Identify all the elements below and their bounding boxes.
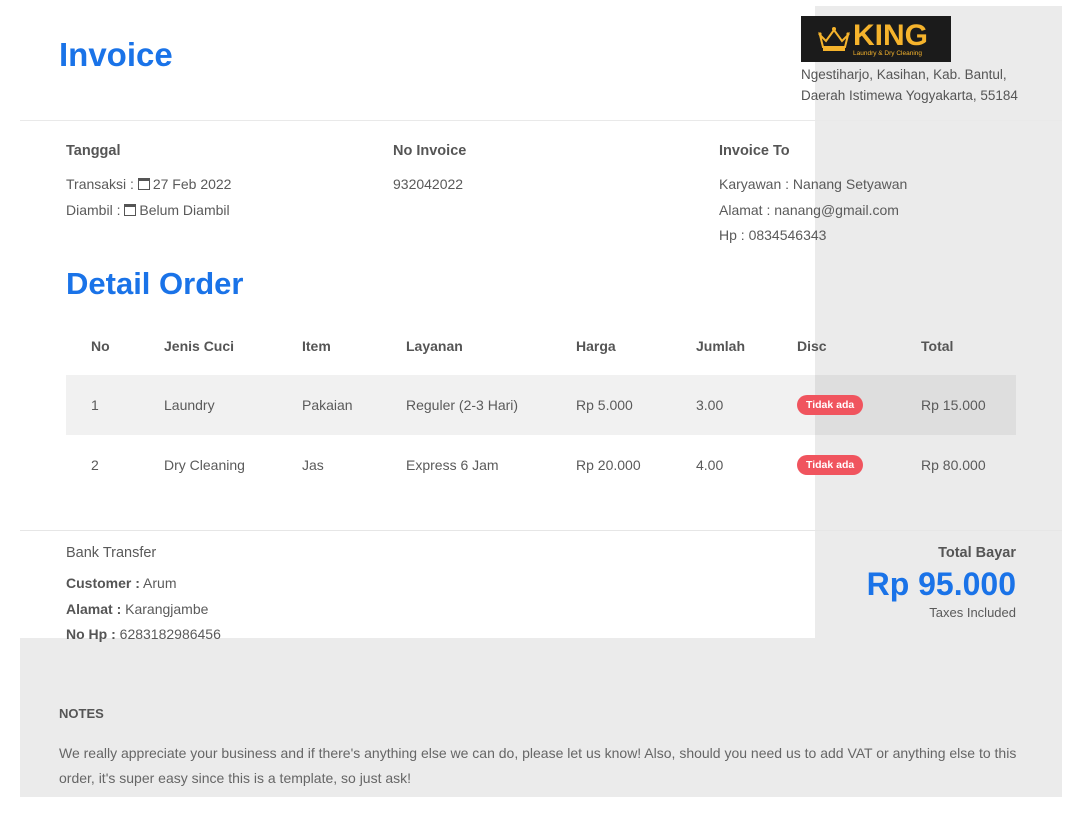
column-header-item: Item xyxy=(302,337,331,354)
order-table: No Jenis Cuci Item Layanan Harga Jumlah … xyxy=(66,316,1016,495)
customer-phone-row: No Hp : 6283182986456 xyxy=(66,622,221,648)
tax-note: Taxes Included xyxy=(929,605,1016,620)
table-header-row: No Jenis Cuci Item Layanan Harga Jumlah … xyxy=(66,316,1016,375)
customer-address-row: Alamat : Karangjambe xyxy=(66,597,221,623)
cell-quantity: 4.00 xyxy=(696,457,724,473)
cell-service: Reguler (2-3 Hari) xyxy=(406,375,576,435)
transaction-date-label: Transaksi : xyxy=(66,176,134,192)
column-header-price: Harga xyxy=(576,337,616,354)
cell-price: Rp 5.000 xyxy=(576,375,696,435)
invoice-number-heading: No Invoice xyxy=(393,143,467,159)
pickup-date-value: Belum Diambil xyxy=(139,201,230,218)
column-header-type: Jenis Cuci xyxy=(164,337,235,354)
invoice-to-address: Alamat : nanang@gmail.com xyxy=(719,201,899,218)
customer-phone-value: 6283182986456 xyxy=(119,626,221,642)
total-amount: Rp 95.000 xyxy=(866,566,1016,602)
transaction-date-value: 27 Feb 2022 xyxy=(152,176,232,192)
discount-badge: Tidak ada xyxy=(797,395,864,415)
customer-address-value: Karangjambe xyxy=(125,600,209,617)
cell-no: 2 xyxy=(91,457,99,473)
invoice-to-heading: Invoice To xyxy=(719,143,790,159)
payment-method: Bank Transfer xyxy=(66,545,157,561)
column-header-discount: Disc xyxy=(797,337,827,354)
invoice-number-section: No Invoice 932042022 xyxy=(393,143,466,198)
total-section: Total Bayar Rp 95.000 Taxes Included xyxy=(867,545,1016,620)
invoice-to-employee: Karyawan : Nanang Setyawan xyxy=(719,176,908,192)
cell-discount: Tidak ada xyxy=(797,375,921,435)
invoice-to-section: Invoice To Karyawan : Nanang Setyawan Al… xyxy=(719,143,907,249)
logo-tagline: Laundry & Dry Cleaning xyxy=(853,49,923,57)
cell-type: Dry Cleaning xyxy=(164,457,245,473)
cell-price: Rp 20.000 xyxy=(576,457,641,473)
company-address: Ngestiharjo, Kasihan, Kab. Bantul, Daera… xyxy=(801,64,1018,106)
discount-badge: Tidak ada xyxy=(797,455,864,475)
date-heading: Tanggal xyxy=(66,143,121,159)
calendar-icon xyxy=(124,203,137,216)
invoice-number-value: 932042022 xyxy=(393,176,464,192)
column-header-no: No xyxy=(91,337,110,354)
cell-quantity: 3.00 xyxy=(696,375,797,435)
logo-brand-name: KING xyxy=(853,18,928,52)
header-divider xyxy=(20,120,1062,121)
cell-item: Jas xyxy=(302,457,324,473)
customer-value: Arum xyxy=(143,575,177,591)
cell-item: Pakaian xyxy=(302,375,406,435)
column-header-total: Total xyxy=(921,337,954,354)
customer-row: Customer : Arum xyxy=(66,571,221,597)
table-row: 2 Dry Cleaning Jas Express 6 Jam Rp 20.0… xyxy=(66,435,1016,495)
invoice-to-phone: Hp : 0834546343 xyxy=(719,227,827,243)
transaction-date: Transaksi : 27 Feb 2022 xyxy=(66,172,231,198)
customer-address-label: Alamat : xyxy=(66,600,122,617)
cell-discount: Tidak ada xyxy=(797,435,921,495)
notes-heading: NOTES xyxy=(59,706,104,721)
calendar-icon xyxy=(137,178,150,190)
notes-text: We really appreciate your business and i… xyxy=(59,745,1017,786)
footer-divider xyxy=(20,530,1062,531)
company-logo: KING Laundry & Dry Cleaning xyxy=(801,16,951,62)
total-label: Total Bayar xyxy=(938,545,1016,561)
customer-label: Customer : xyxy=(66,575,140,591)
column-header-quantity: Jumlah xyxy=(696,337,746,354)
pickup-date-label: Diambil : xyxy=(66,201,121,218)
invoice-title: Invoice xyxy=(59,36,173,73)
column-header-service: Layanan xyxy=(406,337,463,354)
cell-service: Express 6 Jam xyxy=(406,457,499,473)
cell-no: 1 xyxy=(66,375,164,435)
detail-order-title: Detail Order xyxy=(66,266,244,301)
crown-icon xyxy=(818,27,850,51)
table-row: 1 Laundry Pakaian Reguler (2-3 Hari) Rp … xyxy=(66,375,1016,435)
customer-phone-label: No Hp : xyxy=(66,626,116,642)
address-line-1: Ngestiharjo, Kasihan, Kab. Bantul, xyxy=(801,67,1007,82)
cell-total: Rp 80.000 xyxy=(921,457,986,473)
payment-section: Bank Transfer Customer : Arum Alamat : K… xyxy=(66,545,221,648)
date-section: Tanggal Transaksi : 27 Feb 2022 Diambil … xyxy=(66,143,231,223)
address-line-2: Daerah Istimewa Yogyakarta, 55184 xyxy=(801,88,1018,103)
cell-type: Laundry xyxy=(164,375,302,435)
pickup-date: Diambil : Belum Diambil xyxy=(66,198,231,224)
cell-total: Rp 15.000 xyxy=(921,375,1016,435)
